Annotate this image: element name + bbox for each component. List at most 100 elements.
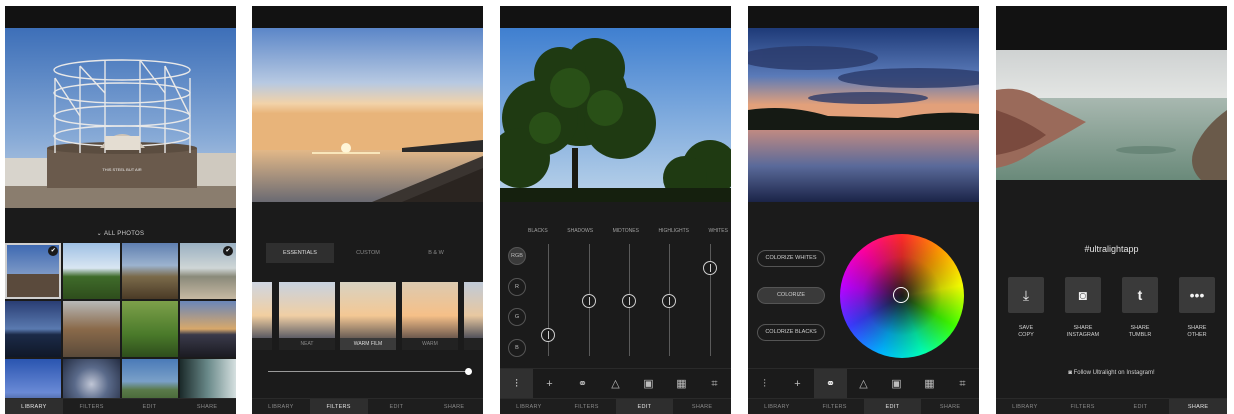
tab-library[interactable]: LIBRARY <box>500 399 558 414</box>
share-screen: #ultralightapp ⤓ SAVE COPY ◙ SHARE INSTAGR… <box>996 6 1227 414</box>
filter-thumbnail-warm[interactable]: WARM <box>402 282 458 350</box>
filter-thumbnail[interactable] <box>464 282 483 350</box>
tab-library[interactable]: LIBRARY <box>996 399 1054 414</box>
curve-handle-blacks[interactable] <box>541 328 555 342</box>
preview-photo: THIS STEEL BUT AIR <box>5 28 236 208</box>
tab-library[interactable]: LIBRARY <box>252 399 310 414</box>
grid-photo[interactable] <box>5 301 62 357</box>
save-copy-label-2: COPY <box>1018 332 1034 338</box>
plus-icon[interactable]: + <box>781 369 814 398</box>
colorize-blacks-button[interactable]: COLORIZE BLACKS <box>757 324 825 341</box>
share-other-button[interactable]: ••• SHARE OTHER <box>1179 277 1215 339</box>
crop-icon[interactable]: ⌗ <box>698 369 731 398</box>
save-copy-button[interactable]: ⤓ SAVE COPY <box>1008 277 1044 339</box>
slider-knob[interactable] <box>464 368 472 375</box>
sliders-icon[interactable]: ⫶ <box>500 369 533 398</box>
bottom-tab-bar: LIBRARY FILTERS EDIT SHARE <box>500 398 731 414</box>
label-blacks: BLACKS <box>528 228 548 234</box>
channel-r-button[interactable]: R <box>508 278 526 296</box>
instagram-icon: ◙ <box>1065 277 1101 313</box>
label-highlights: HIGHLIGHTS <box>658 228 689 234</box>
share-other-label-1: SHARE <box>1187 325 1207 331</box>
album-dropdown[interactable]: ⌄ ALL PHOTOS <box>5 230 236 237</box>
tab-share[interactable]: SHARE <box>921 399 979 414</box>
follow-instagram-link[interactable]: ◙ Follow Ultralight on Instagram! <box>996 370 1227 376</box>
tab-filters[interactable]: FILTERS <box>806 399 864 414</box>
plus-icon[interactable]: + <box>533 369 566 398</box>
share-tumblr-label-1: SHARE <box>1130 325 1150 331</box>
sliders-icon[interactable]: ⫶ <box>748 369 781 398</box>
tab-filters[interactable]: FILTERS <box>309 399 368 414</box>
check-icon: ✔ <box>48 246 59 256</box>
grid-photo[interactable] <box>63 301 120 357</box>
circles-icon[interactable]: ⚭ <box>814 369 847 398</box>
status-bar <box>5 6 236 28</box>
color-wheel-cursor[interactable] <box>893 287 909 303</box>
curves-screen: BLACKS SHADOWS MIDTONES HIGHLIGHTS WHITE… <box>500 6 731 414</box>
edit-toolbar: ⫶ + ⚭ △ ▣ ▦ ⌗ <box>748 368 979 398</box>
circles-icon[interactable]: ⚭ <box>566 369 599 398</box>
grid-photo[interactable] <box>63 243 120 299</box>
follow-text: Follow Ultralight on Instagram! <box>1073 370 1155 376</box>
channel-b-button[interactable]: B <box>508 339 526 357</box>
curve-handle-whites[interactable] <box>703 261 717 275</box>
filter-category-tabs: ESSENTIALS CUSTOM B & W <box>266 243 470 263</box>
preview-photo <box>748 28 979 202</box>
filter-intensity-slider[interactable] <box>268 368 472 375</box>
tab-library[interactable]: LIBRARY <box>748 399 806 414</box>
colorize-whites-button[interactable]: COLORIZE WHITES <box>757 250 825 267</box>
bottom-tab-bar: LIBRARY FILTERS EDIT SHARE <box>748 398 979 414</box>
grid-photo[interactable]: ✔ <box>5 243 62 299</box>
tab-share[interactable]: SHARE <box>425 399 483 414</box>
tab-filters[interactable]: FILTERS <box>63 399 121 414</box>
crop-icon[interactable]: ⌗ <box>946 369 979 398</box>
grid-photo[interactable] <box>121 243 178 299</box>
edit-toolbar: ⫶ + ⚭ △ ▣ ▦ ⌗ <box>500 368 731 398</box>
tab-filters[interactable]: FILTERS <box>558 399 616 414</box>
tab-edit[interactable]: EDIT <box>368 399 426 414</box>
channel-g-button[interactable]: G <box>508 308 526 326</box>
tab-bw[interactable]: B & W <box>402 243 470 263</box>
chevron-down-icon: ⌄ <box>96 231 102 237</box>
filter-thumbnail-warm-film[interactable]: WARM FILM <box>340 282 396 350</box>
curve-point-labels: BLACKS SHADOWS MIDTONES HIGHLIGHTS WHITE… <box>528 228 728 234</box>
grid-photo[interactable] <box>179 301 236 357</box>
filter-thumbnail-neat[interactable]: NEAT <box>279 282 335 350</box>
download-icon: ⤓ <box>1008 277 1044 313</box>
curve-handle-shadows[interactable] <box>582 294 596 308</box>
label-whites: WHITES <box>708 228 728 234</box>
tab-library[interactable]: LIBRARY <box>5 399 63 414</box>
vignette-icon[interactable]: ▣ <box>880 369 913 398</box>
checker-icon[interactable]: ▦ <box>665 369 698 398</box>
tab-share[interactable]: SHARE <box>1169 399 1227 414</box>
share-instagram-label-1: SHARE <box>1073 325 1093 331</box>
status-bar <box>996 6 1227 50</box>
vignette-icon[interactable]: ▣ <box>632 369 665 398</box>
more-icon: ••• <box>1179 277 1215 313</box>
share-tumblr-button[interactable]: t SHARE TUMBLR <box>1122 277 1158 339</box>
curve-handle-highlights[interactable] <box>662 294 676 308</box>
checker-icon[interactable]: ▦ <box>913 369 946 398</box>
tab-share[interactable]: SHARE <box>178 399 236 414</box>
channel-rgb-button[interactable]: RGB <box>508 247 526 265</box>
color-wheel[interactable] <box>840 234 964 358</box>
tab-essentials[interactable]: ESSENTIALS <box>266 243 334 263</box>
grid-photo[interactable] <box>121 301 178 357</box>
share-instagram-button[interactable]: ◙ SHARE INSTAGRAM <box>1065 277 1101 339</box>
filter-thumbnails: NEAT WARM FILM WARM <box>252 282 483 350</box>
triangle-icon[interactable]: △ <box>599 369 632 398</box>
tab-edit[interactable]: EDIT <box>1112 399 1170 414</box>
tab-custom[interactable]: CUSTOM <box>334 243 402 263</box>
filter-thumbnail[interactable] <box>252 282 272 350</box>
colorize-button[interactable]: COLORIZE <box>757 287 825 304</box>
tab-edit[interactable]: EDIT <box>615 399 674 414</box>
curve-handle-midtones[interactable] <box>622 294 636 308</box>
tab-filters[interactable]: FILTERS <box>1054 399 1112 414</box>
library-screen: THIS STEEL BUT AIR ⌄ ALL PHOTOS ✔ ✔ LIBR… <box>5 6 236 414</box>
tab-edit[interactable]: EDIT <box>863 399 922 414</box>
grid-photo[interactable]: ✔ <box>179 243 236 299</box>
triangle-icon[interactable]: △ <box>847 369 880 398</box>
tab-share[interactable]: SHARE <box>673 399 731 414</box>
album-dropdown-label: ALL PHOTOS <box>103 231 145 237</box>
tab-edit[interactable]: EDIT <box>121 399 179 414</box>
